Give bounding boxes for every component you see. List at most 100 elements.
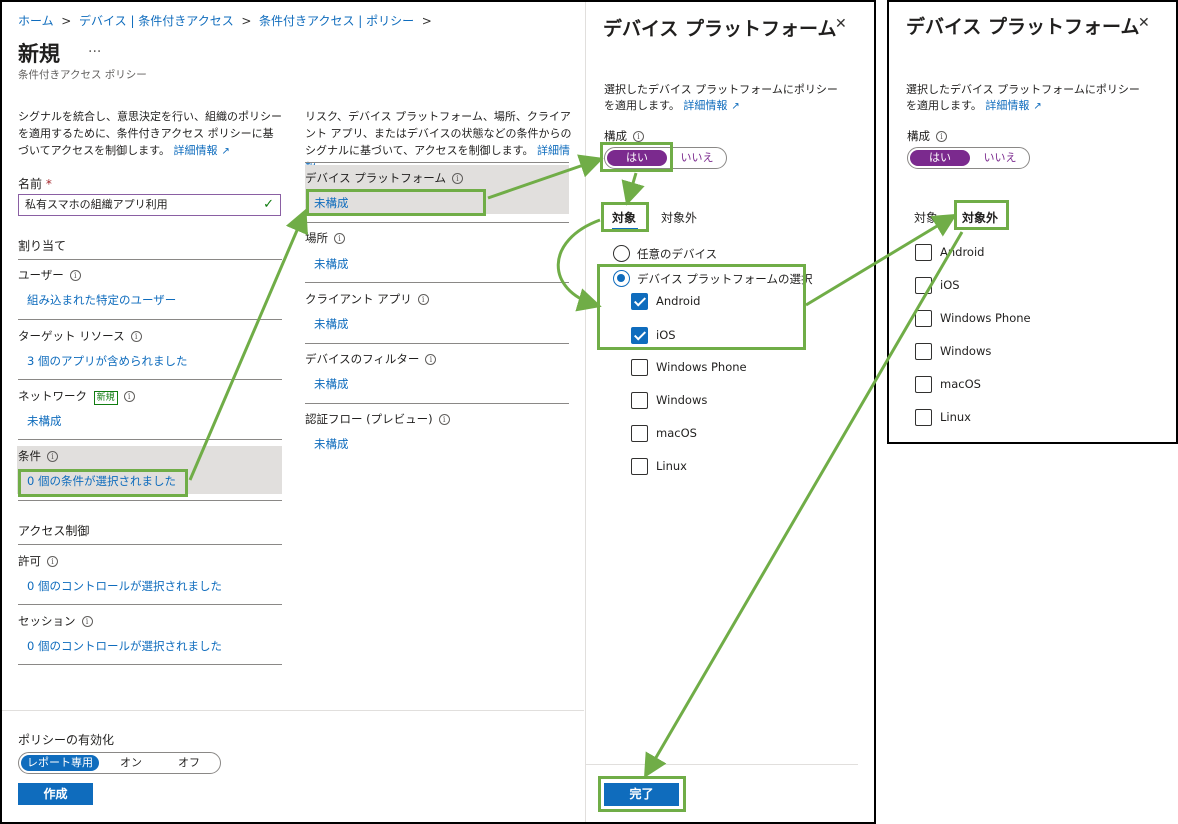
info-icon: i bbox=[417, 294, 429, 305]
highlight-box bbox=[18, 469, 188, 497]
divider bbox=[18, 500, 282, 501]
close-icon[interactable]: ✕ bbox=[835, 16, 847, 32]
chevron-right-icon: > bbox=[57, 14, 76, 28]
panel2-description: 選択したデバイス プラットフォームにポリシーを適用します。 詳細情報 ↗ bbox=[906, 82, 1146, 115]
breadcrumb-devices[interactable]: デバイス | 条件付きアクセス bbox=[79, 14, 234, 28]
android-checkbox[interactable] bbox=[915, 244, 932, 261]
breadcrumb-policies[interactable]: 条件付きアクセス | ポリシー bbox=[259, 14, 414, 28]
macos-checkbox[interactable] bbox=[631, 425, 648, 442]
panel-description: 選択したデバイス プラットフォームにポリシーを適用します。 詳細情報 ↗ bbox=[604, 82, 844, 115]
breadcrumb-home[interactable]: ホーム bbox=[18, 14, 54, 28]
windows-phone-checkbox[interactable] bbox=[915, 310, 932, 327]
grant-value-link[interactable]: 0 個のコントロールが選択されました bbox=[27, 578, 222, 594]
info-icon: i bbox=[451, 173, 463, 184]
macos-label: macOS bbox=[940, 377, 981, 391]
external-link-icon: ↗ bbox=[731, 101, 740, 112]
highlight-box bbox=[600, 142, 673, 172]
device-filter-value-link[interactable]: 未構成 bbox=[314, 376, 349, 392]
users-value-link[interactable]: 組み込まれた特定のユーザー bbox=[27, 292, 176, 308]
info-icon: i bbox=[47, 556, 58, 567]
no-option[interactable]: いいえ bbox=[974, 150, 1026, 166]
yes-option[interactable]: はい bbox=[910, 150, 970, 166]
divider bbox=[18, 604, 282, 605]
new-badge: 新規 bbox=[93, 391, 118, 405]
info-icon: i bbox=[936, 131, 947, 142]
intro-text: シグナルを統合し、意思決定を行い、組織のポリシーを適用するために、条件付きアクセ… bbox=[18, 108, 284, 160]
highlight-box bbox=[601, 202, 649, 232]
panel2-title: デバイス プラットフォーム bbox=[906, 16, 1140, 38]
any-device-label: 任意のデバイス bbox=[637, 247, 718, 261]
panel2-config-toggle: はい いいえ bbox=[907, 147, 1030, 169]
no-option[interactable]: いいえ bbox=[671, 150, 723, 166]
tab-exclude[interactable]: 対象外 bbox=[661, 209, 697, 226]
highlight-box bbox=[598, 776, 686, 812]
divider bbox=[305, 162, 569, 163]
learn-more-link[interactable]: 詳細情報 bbox=[174, 144, 218, 157]
name-label-text: 名前 bbox=[18, 177, 43, 191]
conditions-label: 条件 i bbox=[18, 448, 58, 464]
windows-checkbox[interactable] bbox=[915, 343, 932, 360]
info-icon: i bbox=[633, 131, 644, 142]
name-input[interactable]: 私有スマホの組織アプリ利用 ✓ bbox=[18, 194, 281, 216]
device-filter-label: デバイスのフィルター i bbox=[305, 351, 437, 367]
users-label: ユーザー i bbox=[18, 267, 81, 283]
checkmark-icon: ✓ bbox=[263, 197, 274, 212]
divider bbox=[305, 282, 569, 283]
page-subtitle: 条件付きアクセス ポリシー bbox=[18, 69, 147, 81]
breadcrumb: ホーム > デバイス | 条件付きアクセス > 条件付きアクセス | ポリシー … bbox=[18, 12, 432, 29]
session-value-link[interactable]: 0 個のコントロールが選択されました bbox=[27, 638, 222, 654]
highlight-box bbox=[306, 189, 486, 216]
report-only-option[interactable]: レポート専用 bbox=[21, 755, 99, 771]
required-marker: * bbox=[45, 177, 52, 191]
learn-more-link[interactable]: 詳細情報 bbox=[985, 99, 1029, 112]
footer-divider bbox=[2, 710, 584, 711]
info-icon: i bbox=[438, 414, 450, 425]
off-option[interactable]: オフ bbox=[169, 755, 209, 771]
ios-label: iOS bbox=[940, 278, 960, 292]
chevron-right-icon: > bbox=[417, 14, 432, 28]
network-label: ネットワーク 新規 i bbox=[18, 388, 135, 405]
divider bbox=[18, 664, 282, 665]
conditions-intro-body: リスク、デバイス プラットフォーム、場所、クライアント アプリ、またはデバイスの… bbox=[305, 110, 572, 157]
auth-flow-value-link[interactable]: 未構成 bbox=[314, 436, 349, 452]
close-icon[interactable]: ✕ bbox=[1138, 15, 1150, 31]
device-platform-label: デバイス プラットフォーム i bbox=[305, 170, 463, 186]
access-controls-heading: アクセス制御 bbox=[18, 524, 90, 538]
windows-phone-label: Windows Phone bbox=[656, 360, 747, 374]
windows-checkbox[interactable] bbox=[631, 392, 648, 409]
linux-checkbox[interactable] bbox=[631, 458, 648, 475]
windows-label: Windows bbox=[940, 344, 992, 358]
panel2-config-label: 構成 i bbox=[907, 128, 947, 144]
network-value-link[interactable]: 未構成 bbox=[27, 413, 62, 429]
divider bbox=[305, 222, 569, 223]
device-platform-panel bbox=[585, 2, 874, 822]
target-resources-label: ターゲット リソース i bbox=[18, 328, 142, 344]
on-option[interactable]: オン bbox=[111, 755, 151, 771]
chevron-right-icon: > bbox=[237, 14, 256, 28]
page-title: 新規 bbox=[18, 42, 60, 66]
linux-label: Linux bbox=[940, 410, 971, 424]
linux-checkbox[interactable] bbox=[915, 409, 932, 426]
more-options-button[interactable]: ... bbox=[88, 40, 101, 56]
learn-more-link[interactable]: 詳細情報 bbox=[683, 99, 727, 112]
divider bbox=[18, 259, 282, 260]
windows-phone-checkbox[interactable] bbox=[631, 359, 648, 376]
info-icon: i bbox=[69, 270, 81, 281]
client-apps-label: クライアント アプリ i bbox=[305, 291, 429, 307]
divider bbox=[18, 379, 282, 380]
info-icon: i bbox=[47, 451, 58, 462]
create-button[interactable]: 作成 bbox=[18, 783, 93, 805]
highlight-box bbox=[597, 264, 806, 350]
panel-title: デバイス プラットフォーム bbox=[603, 18, 837, 40]
divider bbox=[18, 319, 282, 320]
panel2-tab-include[interactable]: 対象 bbox=[914, 209, 938, 226]
target-resources-value-link[interactable]: 3 個のアプリが含められました bbox=[27, 353, 187, 369]
client-apps-value-link[interactable]: 未構成 bbox=[314, 316, 349, 332]
macos-checkbox[interactable] bbox=[915, 376, 932, 393]
external-link-icon: ↗ bbox=[221, 146, 230, 157]
divider bbox=[18, 439, 282, 440]
locations-value-link[interactable]: 未構成 bbox=[314, 256, 349, 272]
any-device-radio[interactable] bbox=[613, 245, 630, 262]
intro-body: シグナルを統合し、意思決定を行い、組織のポリシーを適用するために、条件付きアクセ… bbox=[18, 110, 282, 157]
ios-checkbox[interactable] bbox=[915, 277, 932, 294]
